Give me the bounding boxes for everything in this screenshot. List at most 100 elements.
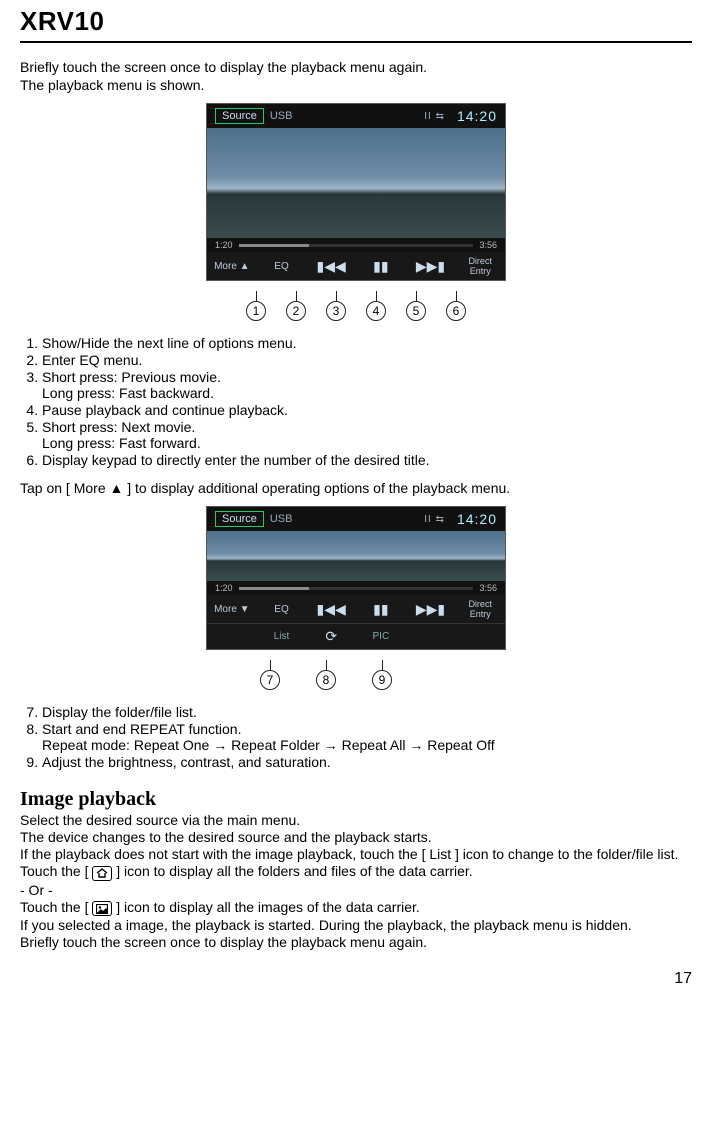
eq-button[interactable]: EQ [257,261,307,272]
list1-item-3a: Short press: Previous movie. [42,369,221,385]
callout-1-num: 1 [246,301,266,321]
screen-topbar-2: Source USB ΙΙ ⇆ 14:20 [207,507,505,531]
intro-line-2: The playback menu is shown. [20,77,692,93]
clock-display: 14:20 [457,108,497,124]
list1-item-4: Pause playback and continue playback. [42,402,692,418]
elapsed-time-2: 1:20 [215,583,233,593]
next-icon: ▶▶▮ [416,258,445,274]
callout-6: 6 [446,291,466,321]
status-icons: ΙΙ ⇆ [424,111,445,122]
source-label-2: USB [270,513,293,525]
progress-bar-2[interactable] [239,587,474,590]
feature-list-2: Display the folder/file list. Start and … [42,704,692,770]
eq-button-2[interactable]: EQ [257,604,307,615]
callouts-row-2: 7 8 9 [260,660,392,690]
control-row: More ▲ EQ ▮◀◀ ▮▮ ▶▶▮ Direct Entry [207,252,505,280]
callout-9: 9 [372,660,392,690]
list-label: List [274,631,290,642]
direct-entry-button-2[interactable]: Direct Entry [455,599,505,619]
callouts-row-1: 1 2 3 4 5 6 [246,291,466,321]
list2-item-8a: Start and end REPEAT function. [42,721,242,737]
img-p2: The device changes to the desired source… [20,829,692,845]
callout-6-num: 6 [446,301,466,321]
feature-list-1: Show/Hide the next line of options menu.… [42,335,692,468]
pause-icon: ▮▮ [373,258,388,274]
callout-2-num: 2 [286,301,306,321]
callout-5: 5 [406,291,426,321]
more-button-2[interactable]: More ▼ [207,604,257,615]
direct-entry-label-1: Direct [455,256,505,266]
screenshot-1-wrap: Source USB ΙΙ ⇆ 14:20 1:20 3:56 More ▲ E… [20,103,692,321]
more-up-label: More ▲ [214,261,249,272]
pause-button[interactable]: ▮▮ [356,258,406,275]
direct-entry-label-1b: Direct [455,599,505,609]
total-time: 3:56 [479,240,497,250]
list1-item-5b: Long press: Fast forward. [42,435,692,451]
pause-icon-2: ▮▮ [373,601,388,617]
image-icon [92,901,112,916]
img-p6b: ] icon to display all the images of the … [116,899,420,915]
list1-item-5: Short press: Next movie. Long press: Fas… [42,419,692,451]
callout-1: 1 [246,291,266,321]
page-title: XRV10 [20,6,692,37]
img-p4b: ] icon to display all the folders and fi… [116,863,472,879]
screenshot-2-wrap: Source USB ΙΙ ⇆ 14:20 1:20 3:56 More ▼ E… [20,506,692,690]
img-p6: Touch the [ ] icon to display all the im… [20,899,692,917]
progress-row-2: 1:20 3:56 [207,581,505,595]
intro-block: Briefly touch the screen once to display… [20,59,692,93]
source-label: USB [270,110,293,122]
tap-more-text: Tap on [ More ▲ ] to display additional … [20,480,692,496]
video-area-2[interactable] [207,531,505,581]
direct-entry-button[interactable]: Direct Entry [455,256,505,276]
list2-item-7: Display the folder/file list. [42,704,692,720]
eq-label: EQ [274,261,288,272]
img-p3: If the playback does not start with the … [20,846,692,862]
img-p4a: Touch the [ [20,863,89,879]
progress-bar[interactable] [239,244,474,247]
callout-5-num: 5 [406,301,426,321]
next-button-2[interactable]: ▶▶▮ [406,601,456,618]
prev-button-2[interactable]: ▮◀◀ [306,601,356,618]
next-icon-2: ▶▶▮ [416,601,445,617]
source-button[interactable]: Source [215,108,264,124]
list-button[interactable]: List [257,631,307,642]
callout-7: 7 [260,660,280,690]
screenshot-2: Source USB ΙΙ ⇆ 14:20 1:20 3:56 More ▼ E… [206,506,506,650]
img-p7: If you selected a image, the playback is… [20,917,692,933]
img-p8: Briefly touch the screen once to display… [20,934,692,950]
page-number: 17 [20,970,692,988]
list1-item-3b: Long press: Fast backward. [42,385,692,401]
callout-3: 3 [326,291,346,321]
prev-icon: ▮◀◀ [317,258,346,274]
callout-3-num: 3 [326,301,346,321]
clock-display-2: 14:20 [457,511,497,527]
screen-topbar: Source USB ΙΙ ⇆ 14:20 [207,104,505,128]
pause-button-2[interactable]: ▮▮ [356,601,406,618]
image-playback-body: Select the desired source via the main m… [20,812,692,950]
progress-row: 1:20 3:56 [207,238,505,252]
callout-2: 2 [286,291,306,321]
video-area[interactable] [207,128,505,238]
prev-icon-2: ▮◀◀ [317,601,346,617]
callout-8-num: 8 [316,670,336,690]
home-icon [92,866,112,881]
list2-item-9: Adjust the brightness, contrast, and sat… [42,754,692,770]
intro-line-1: Briefly touch the screen once to display… [20,59,692,75]
pic-label: PIC [373,631,390,642]
callout-7-num: 7 [260,670,280,690]
callout-4: 4 [366,291,386,321]
more-button[interactable]: More ▲ [207,261,257,272]
img-p4: Touch the [ ] icon to display all the fo… [20,863,692,881]
repeat-icon: ⟳ [325,628,337,644]
next-button[interactable]: ▶▶▮ [406,258,456,275]
image-playback-heading: Image playback [20,788,692,811]
list1-item-6: Display keypad to directly enter the num… [42,452,692,468]
pic-button[interactable]: PIC [356,631,406,642]
source-button-2[interactable]: Source [215,511,264,527]
repeat-button[interactable]: ⟳ [306,628,356,645]
list1-item-5a: Short press: Next movie. [42,419,195,435]
prev-button[interactable]: ▮◀◀ [306,258,356,275]
list2-item-8: Start and end REPEAT function. Repeat mo… [42,721,692,753]
title-divider [20,41,692,43]
total-time-2: 3:56 [479,583,497,593]
